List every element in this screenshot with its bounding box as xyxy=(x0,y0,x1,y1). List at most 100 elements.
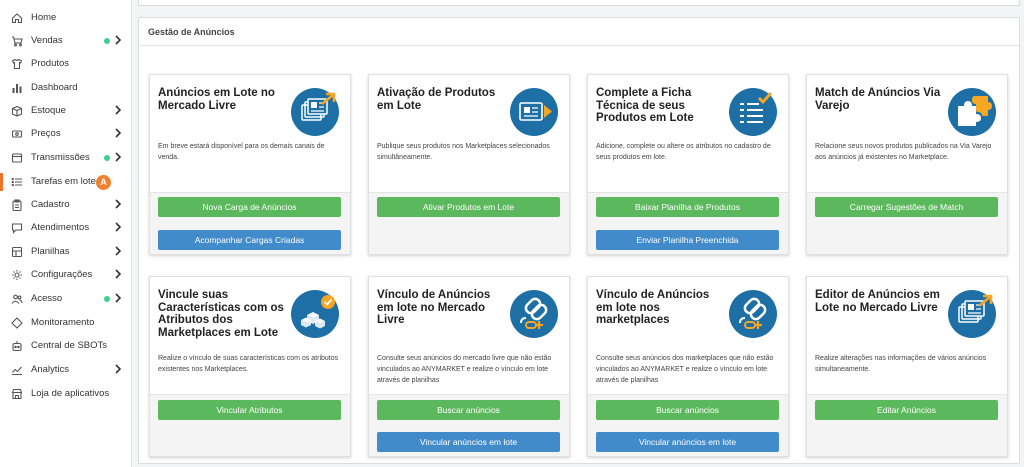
card-content: Ativação de Produtos em Lote Publique seu… xyxy=(369,75,569,193)
sidebar-item-analytics[interactable]: Analytics xyxy=(0,360,131,380)
card-title: Ativação de Produtos em Lote xyxy=(377,87,496,112)
sidebar-item-atendimentos[interactable]: Atendimentos xyxy=(0,218,131,238)
sidebar-item-acesso[interactable]: Acesso xyxy=(0,289,131,309)
sidebar: Home Vendas Produtos Dashboard Estoque Preços… xyxy=(0,0,132,467)
sidebar-item-label: Configurações xyxy=(31,269,93,280)
sidebar-item-label: Planilhas xyxy=(31,246,70,257)
card-title: Anúncios em Lote no Mercado Livre xyxy=(158,87,275,112)
buscar-anuncios-button[interactable]: Buscar anúncios xyxy=(377,400,560,420)
checklist-icon xyxy=(729,88,777,136)
chevron-right-icon[interactable] xyxy=(114,151,122,163)
editar-anuncios-button[interactable]: Editar Anúncios xyxy=(815,400,998,420)
sidebar-item-central-de-sbots[interactable]: Central de SBOTs xyxy=(0,336,131,356)
sidebar-item-label: Transmissões xyxy=(31,152,90,163)
card-content: Vínculo de Anúncios em lote no Mercado L… xyxy=(369,277,569,395)
chat-icon xyxy=(11,222,23,234)
sidebar-item-label: Vendas xyxy=(31,35,63,46)
enviar-planilha-preenchida-button[interactable]: Enviar Planilha Preenchida xyxy=(596,230,779,250)
sidebar-item-home[interactable]: Home xyxy=(0,8,131,28)
shirt-icon xyxy=(11,58,23,70)
users-icon xyxy=(11,293,23,305)
sidebar-item-vendas[interactable]: Vendas xyxy=(0,31,131,51)
link-icon xyxy=(729,290,777,338)
card-title: Vínculo de Anúncios em lote no Mercado L… xyxy=(377,289,491,326)
vincular-anuncios-em-lote-button[interactable]: Vincular anúncios em lote xyxy=(377,432,560,452)
bot-icon xyxy=(11,340,23,352)
sidebar-item-configuracoes[interactable]: Configurações xyxy=(0,265,131,285)
status-dot xyxy=(104,38,110,44)
list-icon xyxy=(11,176,23,188)
sidebar-item-planilhas[interactable]: Planilhas xyxy=(0,242,131,262)
price-tag-icon xyxy=(11,128,23,140)
batch-listing-icon xyxy=(948,290,996,338)
chevron-right-icon[interactable] xyxy=(114,245,122,257)
card-title: Editor de Anúncios em Lote no Mercado Li… xyxy=(815,289,940,314)
store-icon xyxy=(11,388,23,400)
buscar-anuncios-button[interactable]: Buscar anúncios xyxy=(596,400,779,420)
card-content: Match de Anúncios Via Varejo Relacione se… xyxy=(807,75,1007,193)
ativar-produtos-em-lote-button[interactable]: Ativar Produtos em Lote xyxy=(377,197,560,217)
puzzle-icon xyxy=(948,88,996,136)
sidebar-item-label: Dashboard xyxy=(31,82,78,93)
link-icon xyxy=(510,290,558,338)
sidebar-item-label: Preços xyxy=(31,128,61,139)
status-dot xyxy=(104,155,110,161)
acompanhar-cargas-criadas-button[interactable]: Acompanhar Cargas Criadas xyxy=(158,230,341,250)
chevron-right-icon[interactable] xyxy=(114,363,122,375)
card-content: Editor de Anúncios em Lote no Mercado Li… xyxy=(807,277,1007,395)
chevron-right-icon[interactable] xyxy=(114,104,122,116)
sidebar-item-label: Tarefas em lote xyxy=(31,176,96,187)
nova-carga-de-anuncios-button[interactable]: Nova Carga de Anúncios xyxy=(158,197,341,217)
sidebar-item-monitoramento[interactable]: Monitoramento xyxy=(0,313,131,333)
feature-card: Vincule suas Características com os Atri… xyxy=(149,276,351,457)
sidebar-item-dashboard[interactable]: Dashboard xyxy=(0,78,131,98)
carregar-sugestoes-de-match-button[interactable]: Carregar Sugestões de Match xyxy=(815,197,998,217)
sidebar-item-label: Atendimentos xyxy=(31,222,90,233)
chevron-right-icon[interactable] xyxy=(114,268,122,280)
transmission-icon xyxy=(11,152,23,164)
sidebar-item-label: Cadastro xyxy=(31,199,70,210)
card-title: Complete a Ficha Técnica de seus Produto… xyxy=(596,87,694,124)
card-content: Complete a Ficha Técnica de seus Produto… xyxy=(588,75,788,193)
vincular-anuncios-em-lote-button[interactable]: Vincular anúncios em lote xyxy=(596,432,779,452)
analytics-icon xyxy=(11,364,23,376)
feature-card: Vínculo de Anúncios em lote nos marketpl… xyxy=(587,276,789,457)
card-description: Adicione, complete ou altere os atributo… xyxy=(596,143,771,161)
sidebar-item-label: Monitoramento xyxy=(31,317,95,328)
sidebar-item-precos[interactable]: Preços xyxy=(0,124,131,144)
feature-card: Complete a Ficha Técnica de seus Produto… xyxy=(587,74,789,255)
status-dot xyxy=(104,296,110,302)
sidebar-item-estoque[interactable]: Estoque xyxy=(0,101,131,121)
chevron-right-icon[interactable] xyxy=(114,198,122,210)
feature-card: Match de Anúncios Via Varejo Relacione se… xyxy=(806,74,1008,255)
vincular-atributos-button[interactable]: Vincular Atributos xyxy=(158,400,341,420)
sidebar-item-label: Acesso xyxy=(31,293,63,304)
home-icon xyxy=(11,12,23,24)
sidebar-item-produtos[interactable]: Produtos xyxy=(0,54,131,74)
sidebar-item-label: Estoque xyxy=(31,105,66,116)
sidebar-item-label: Central de SBOTs xyxy=(31,340,108,351)
card-content: Vincule suas Características com os Atri… xyxy=(150,277,350,395)
chevron-right-icon[interactable] xyxy=(114,292,122,304)
spreadsheet-icon xyxy=(11,246,23,258)
card-description: Realize alterações nas informações de vá… xyxy=(815,355,987,373)
sidebar-item-label: Home xyxy=(31,12,57,23)
baixar-planilha-de-produtos-button[interactable]: Baixar Planilha de Produtos xyxy=(596,197,779,217)
cubes-check-icon xyxy=(291,290,339,338)
card-title: Vínculo de Anúncios em lote nos marketpl… xyxy=(596,289,710,326)
chevron-right-icon[interactable] xyxy=(114,34,122,46)
sidebar-item-loja-de-aplicativos[interactable]: Loja de aplicativos xyxy=(0,384,131,404)
clipboard-icon xyxy=(11,199,23,211)
feature-card: Ativação de Produtos em Lote Publique seu… xyxy=(368,74,570,255)
feature-card: Editor de Anúncios em Lote no Mercado Li… xyxy=(806,276,1008,457)
chevron-right-icon[interactable] xyxy=(114,221,122,233)
monitor-icon xyxy=(11,317,23,329)
card-description: Consulte seus anúncios do mercado livre … xyxy=(377,355,552,384)
chevron-right-icon[interactable] xyxy=(114,127,122,139)
annotation-badge-a: A xyxy=(96,175,111,190)
card-description: Relacione seus novos produtos publicados… xyxy=(815,143,992,161)
sidebar-item-cadastro[interactable]: Cadastro xyxy=(0,195,131,215)
sidebar-item-tarefas-em-lote[interactable]: Tarefas em lote xyxy=(0,172,131,192)
sidebar-item-transmissoes[interactable]: Transmissões xyxy=(0,148,131,168)
cart-icon xyxy=(11,35,23,47)
